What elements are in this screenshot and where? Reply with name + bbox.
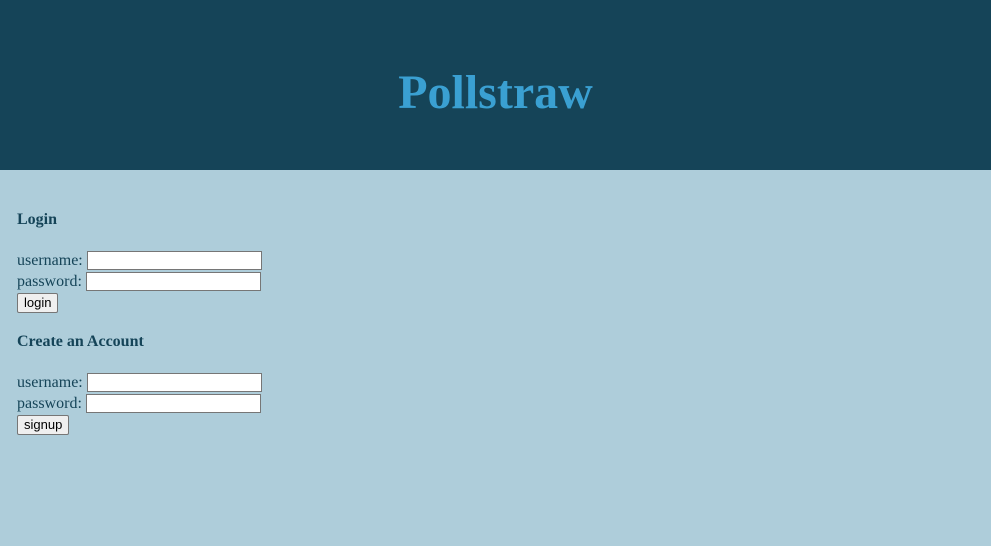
site-header: Pollstraw (0, 0, 991, 170)
signup-form: username: password: signup (17, 372, 974, 435)
login-username-label: username: (17, 251, 83, 269)
login-username-input[interactable] (86, 251, 262, 270)
signup-username-input[interactable] (86, 373, 262, 392)
signup-section: Create an Account username: password: si… (17, 313, 974, 435)
login-username-row: username: (17, 250, 974, 271)
signup-username-row: username: (17, 372, 974, 393)
site-title: Pollstraw (398, 65, 593, 119)
signup-password-input[interactable] (85, 394, 261, 413)
login-button-row: login (17, 293, 974, 313)
login-password-row: password: (17, 271, 974, 292)
main-content: Login username: password: login Create a… (0, 170, 991, 435)
login-heading: Login (17, 211, 58, 228)
signup-button[interactable]: signup (17, 415, 70, 435)
signup-password-label: password: (17, 394, 82, 412)
signup-password-row: password: (17, 393, 974, 414)
signup-username-label: username: (17, 373, 83, 391)
login-section: Login username: password: login (17, 170, 974, 313)
login-password-label: password: (17, 272, 82, 290)
signup-heading: Create an Account (17, 333, 144, 350)
login-password-input[interactable] (85, 272, 261, 291)
signup-button-row: signup (17, 415, 974, 435)
login-form: username: password: login (17, 250, 974, 313)
login-button[interactable]: login (17, 293, 59, 313)
